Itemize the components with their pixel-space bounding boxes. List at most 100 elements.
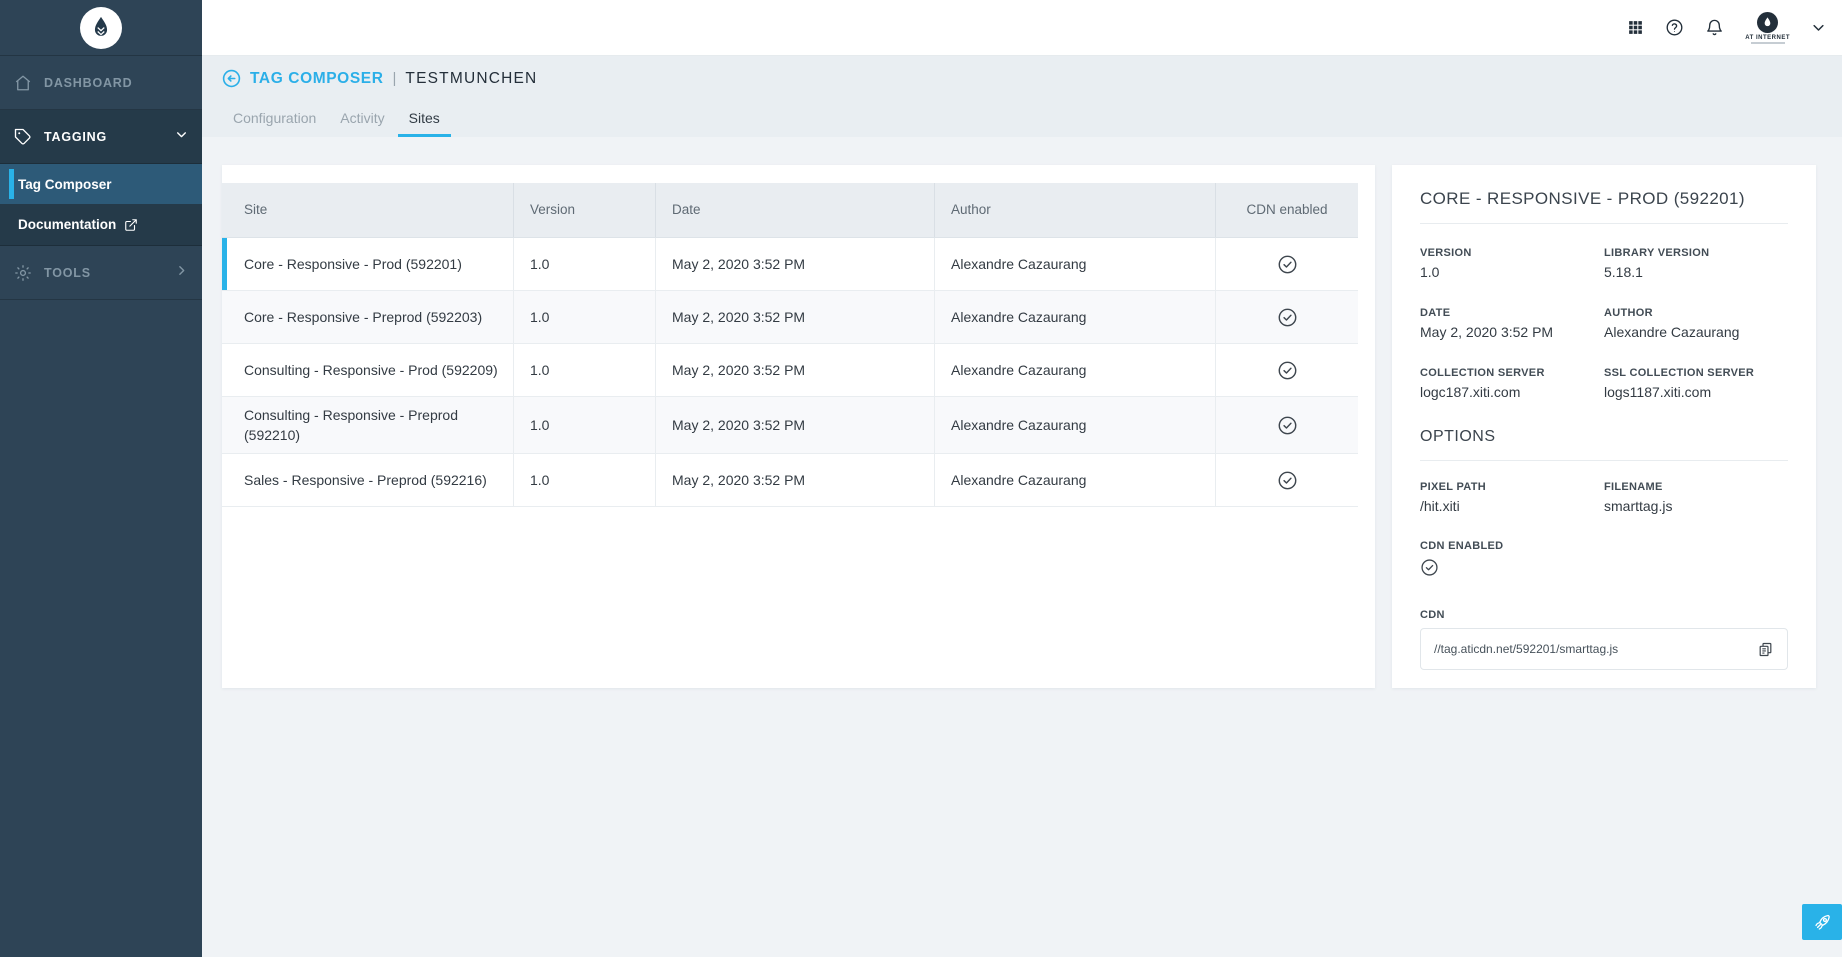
brand-logo[interactable]: [0, 0, 202, 56]
sidebar-item-tag-composer[interactable]: Tag Composer: [0, 164, 202, 204]
table-row[interactable]: Consulting - Responsive - Prod (592209) …: [222, 344, 1358, 397]
cell-date: May 2, 2020 3:52 PM: [655, 344, 934, 396]
field-cdn: CDN //tag.aticdn.net/592201/smarttag.js: [1420, 609, 1788, 670]
account-tagline: [1751, 42, 1785, 44]
field-version: VERSION 1.0: [1420, 247, 1604, 280]
cell-site: Core - Responsive - Preprod (592203): [222, 291, 513, 343]
home-icon: [13, 73, 33, 93]
options-heading: OPTIONS: [1420, 428, 1788, 446]
sidebar-item-tools[interactable]: TOOLS: [0, 246, 202, 300]
field-library-version: LIBRARY VERSION 5.18.1: [1604, 247, 1788, 280]
sidebar-item-tagging[interactable]: TAGGING: [0, 110, 202, 164]
app-title[interactable]: TAG COMPOSER: [250, 70, 384, 88]
cell-version: 1.0: [513, 238, 655, 290]
sidebar-item-documentation[interactable]: Documentation: [0, 204, 202, 246]
cdn-enabled-check-icon: [1277, 307, 1298, 328]
cell-author: Alexandre Cazaurang: [934, 397, 1215, 453]
sidebar-item-label: TOOLS: [44, 266, 91, 280]
table-row[interactable]: Core - Responsive - Prod (592201) 1.0 Ma…: [222, 238, 1358, 291]
cell-date: May 2, 2020 3:52 PM: [655, 397, 934, 453]
topbar: AT INTERNET: [202, 0, 1842, 56]
cell-version: 1.0: [513, 344, 655, 396]
launch-rocket-button[interactable]: [1802, 904, 1842, 940]
main-area: AT INTERNET TAG COMPOSER | TESTMU: [202, 0, 1842, 957]
detail-title: CORE - RESPONSIVE - PROD (592201): [1420, 189, 1788, 209]
tab-sites[interactable]: Sites: [398, 104, 451, 137]
field-date: DATE May 2, 2020 3:52 PM: [1420, 307, 1604, 340]
account-chevron-down-icon[interactable]: [1811, 20, 1826, 35]
cdn-enabled-check-icon: [1277, 360, 1298, 381]
field-collection-server: COLLECTION SERVER logc187.xiti.com: [1420, 367, 1604, 400]
cell-site: Sales - Responsive - Preprod (592216): [222, 454, 513, 506]
cell-author: Alexandre Cazaurang: [934, 344, 1215, 396]
column-header-date[interactable]: Date: [655, 183, 934, 237]
sidebar: DASHBOARD TAGGING: [0, 0, 202, 957]
cdn-url-value: //tag.aticdn.net/592201/smarttag.js: [1434, 642, 1618, 656]
cdn-enabled-check-icon: [1277, 415, 1298, 436]
tag-icon: [13, 127, 33, 147]
tab-activity[interactable]: Activity: [329, 104, 395, 137]
column-header-author[interactable]: Author: [934, 183, 1215, 237]
table-row[interactable]: Consulting - Responsive - Preprod (59221…: [222, 397, 1358, 454]
field-ssl-collection-server: SSL COLLECTION SERVER logs1187.xiti.com: [1604, 367, 1788, 400]
column-header-cdn-enabled[interactable]: CDN enabled: [1215, 183, 1358, 237]
cdn-url-field[interactable]: //tag.aticdn.net/592201/smarttag.js: [1420, 628, 1788, 670]
field-filename: FILENAME smarttag.js: [1604, 481, 1788, 514]
cell-author: Alexandre Cazaurang: [934, 291, 1215, 343]
table-header-row: Site Version Date Author CDN enabled: [222, 183, 1358, 238]
account-menu[interactable]: AT INTERNET: [1745, 12, 1790, 44]
table-row[interactable]: Core - Responsive - Preprod (592203) 1.0…: [222, 291, 1358, 344]
field-pixel-path: PIXEL PATH /hit.xiti: [1420, 481, 1604, 514]
content-area: Site Version Date Author CDN enabled Cor…: [202, 137, 1842, 957]
app-root: DASHBOARD TAGGING: [0, 0, 1842, 957]
cell-version: 1.0: [513, 397, 655, 453]
cell-version: 1.0: [513, 291, 655, 343]
detail-fields: VERSION 1.0 LIBRARY VERSION 5.18.1 DATE …: [1420, 247, 1788, 400]
cell-version: 1.0: [513, 454, 655, 506]
active-indicator: [9, 169, 14, 199]
site-detail-panel: CORE - RESPONSIVE - PROD (592201) VERSIO…: [1392, 165, 1816, 688]
sidebar-item-label: TAGGING: [44, 130, 107, 144]
back-circle-icon[interactable]: [222, 69, 241, 88]
sidebar-nav: DASHBOARD TAGGING: [0, 56, 202, 300]
cell-date: May 2, 2020 3:52 PM: [655, 291, 934, 343]
gear-icon: [13, 263, 33, 283]
cell-author: Alexandre Cazaurang: [934, 238, 1215, 290]
external-link-icon: [124, 218, 138, 232]
cell-site: Consulting - Responsive - Prod (592209): [222, 344, 513, 396]
chevron-down-icon: [175, 128, 188, 146]
title-separator: |: [393, 70, 397, 87]
cell-site: Consulting - Responsive - Preprod (59221…: [222, 397, 513, 453]
sidebar-item-label: DASHBOARD: [44, 76, 132, 90]
page-title: TESTMUNCHEN: [405, 70, 537, 88]
chevron-right-icon: [175, 264, 188, 282]
field-cdn-enabled: CDN ENABLED: [1420, 540, 1788, 582]
cdn-enabled-check-icon: [1277, 254, 1298, 275]
cell-date: May 2, 2020 3:52 PM: [655, 454, 934, 506]
table-row[interactable]: Sales - Responsive - Preprod (592216) 1.…: [222, 454, 1358, 507]
cdn-enabled-check-icon: [1420, 558, 1439, 577]
divider: [1420, 460, 1788, 461]
tab-configuration[interactable]: Configuration: [222, 104, 327, 137]
column-header-version[interactable]: Version: [513, 183, 655, 237]
account-logo-icon: [1757, 12, 1778, 33]
copy-icon[interactable]: [1757, 641, 1774, 658]
cell-date: May 2, 2020 3:52 PM: [655, 238, 934, 290]
field-author: AUTHOR Alexandre Cazaurang: [1604, 307, 1788, 340]
cell-author: Alexandre Cazaurang: [934, 454, 1215, 506]
breadcrumb: TAG COMPOSER | TESTMUNCHEN: [222, 69, 1842, 88]
sites-table: Site Version Date Author CDN enabled Cor…: [222, 183, 1358, 507]
account-label: AT INTERNET: [1745, 35, 1790, 41]
apps-grid-icon[interactable]: [1627, 19, 1644, 36]
divider: [1420, 223, 1788, 224]
sidebar-item-dashboard[interactable]: DASHBOARD: [0, 56, 202, 110]
help-icon[interactable]: [1665, 18, 1684, 37]
column-header-site[interactable]: Site: [222, 183, 513, 237]
sidebar-item-label: Tag Composer: [18, 177, 112, 192]
at-internet-logo-icon: [80, 7, 122, 49]
cdn-enabled-check-icon: [1277, 470, 1298, 491]
sidebar-item-label: Documentation: [18, 217, 116, 232]
notifications-bell-icon[interactable]: [1705, 18, 1724, 37]
tab-bar: Configuration Activity Sites: [222, 104, 1842, 137]
cell-site: Core - Responsive - Prod (592201): [222, 238, 513, 290]
